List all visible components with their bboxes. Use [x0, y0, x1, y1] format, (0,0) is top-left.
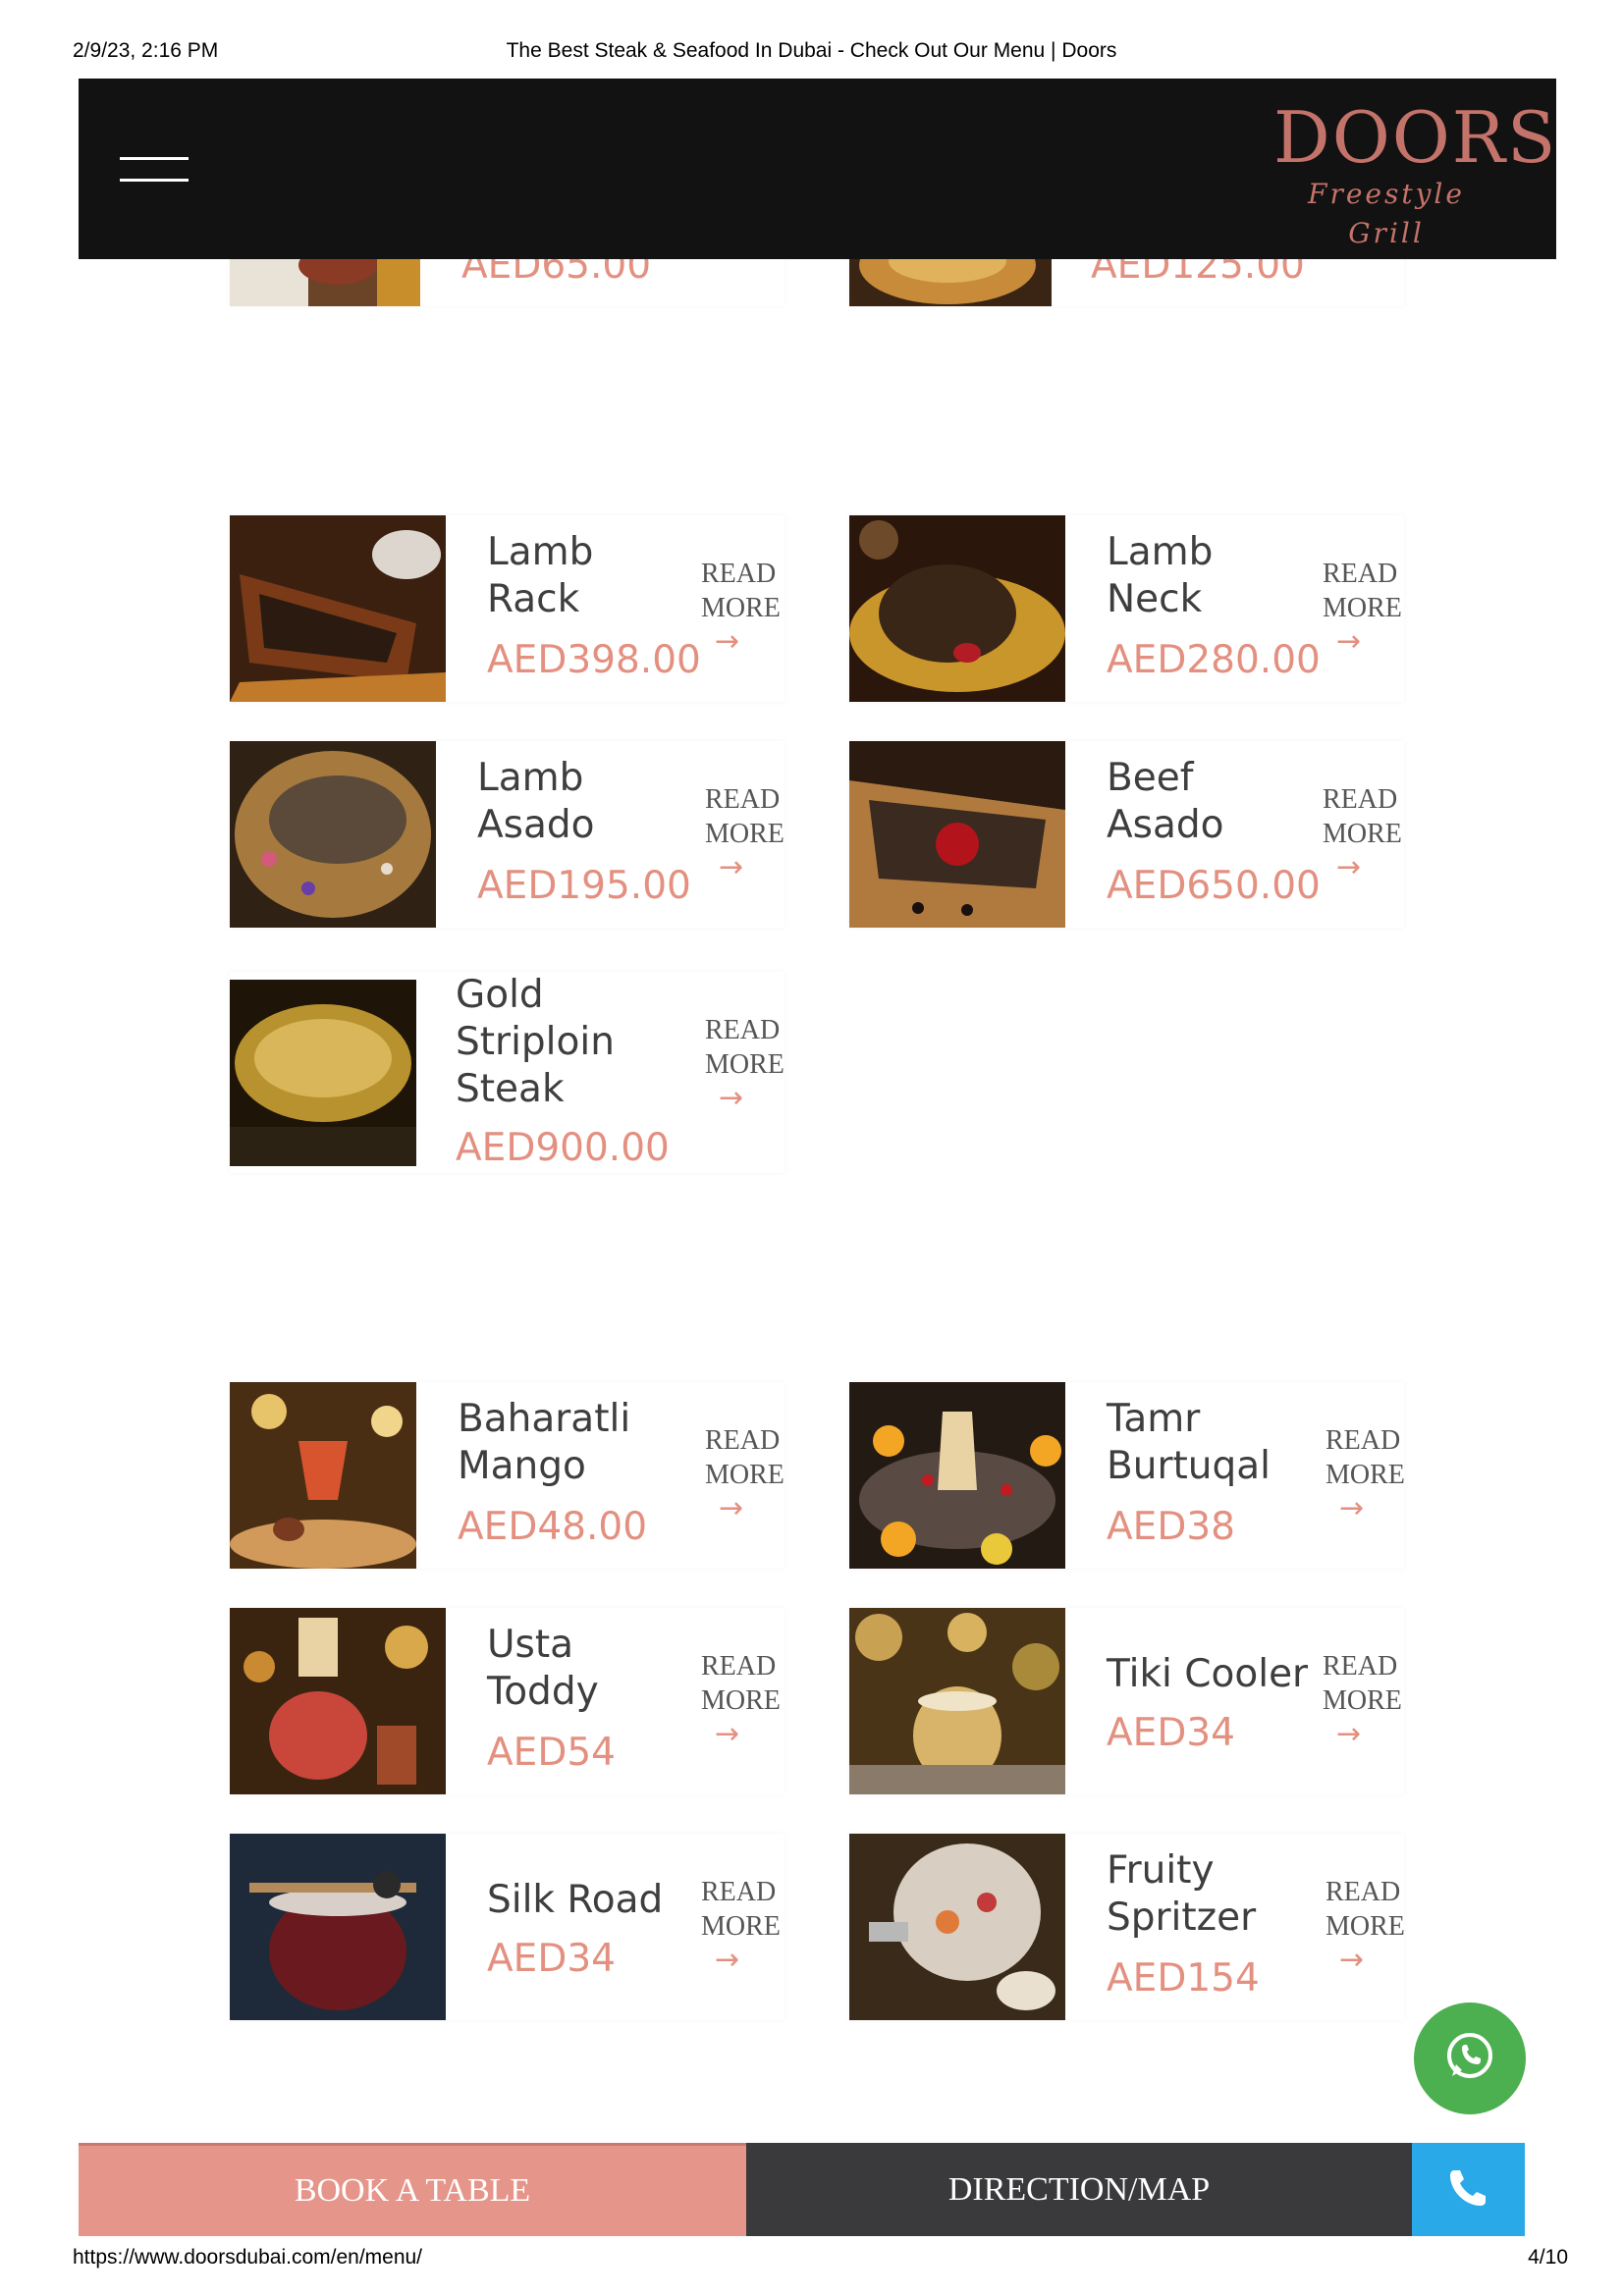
read-more-label: READ MORE: [1323, 559, 1402, 623]
item-name: Tamr Burtuqal: [1107, 1397, 1271, 1488]
call-button[interactable]: [1412, 2143, 1525, 2236]
read-more-link[interactable]: READ MORE →: [1325, 1423, 1414, 1525]
whatsapp-button[interactable]: [1414, 2002, 1526, 2114]
read-more-label: READ MORE: [701, 1877, 781, 1942]
food-image: [230, 741, 436, 928]
menu-card-lamb-rack[interactable]: Lamb Rack AED398.00 READ MORE →: [230, 515, 784, 702]
print-title: The Best Steak & Seafood In Dubai - Chec…: [506, 39, 1117, 62]
read-more-link[interactable]: READ MORE →: [1323, 782, 1411, 884]
food-image: [230, 980, 416, 1166]
print-header: 2/9/23, 2:16 PM The Best Steak & Seafood…: [0, 39, 1623, 69]
menu-card-lamb-neck[interactable]: Lamb Neck AED280.00 READ MORE →: [849, 515, 1404, 702]
arrow-right-icon: →: [1339, 1491, 1365, 1525]
food-image: [849, 741, 1065, 928]
food-image: [849, 515, 1065, 702]
read-more-link[interactable]: READ MORE →: [705, 782, 793, 884]
item-price: AED900.00: [456, 1126, 670, 1170]
arrow-right-icon: →: [719, 1081, 744, 1115]
item-name: Usta Toddy: [487, 1623, 599, 1714]
menu-card-tamr-burtuqal[interactable]: Tamr Burtuqal AED38 READ MORE →: [849, 1382, 1405, 1569]
read-more-label: READ MORE: [705, 784, 784, 849]
read-more-label: READ MORE: [1325, 1425, 1405, 1490]
item-price: AED280.00: [1107, 638, 1321, 682]
item-price: AED195.00: [477, 864, 691, 908]
arrow-right-icon: →: [1336, 624, 1362, 659]
menu-card-silk-road[interactable]: Silk Road AED34 READ MORE →: [230, 1834, 784, 2020]
read-more-link[interactable]: READ MORE →: [701, 557, 789, 659]
item-name: Lamb Rack: [487, 530, 594, 621]
hamburger-menu-icon[interactable]: [120, 157, 189, 183]
bottom-action-bar: BOOK A TABLE DIRECTION/MAP: [79, 2143, 1525, 2236]
arrow-right-icon: →: [715, 1943, 740, 1977]
item-name: Tiki Cooler: [1107, 1652, 1309, 1696]
drink-image: [230, 1608, 446, 1794]
logo[interactable]: DOORS Freestyle Grill: [1273, 96, 1558, 253]
whatsapp-icon: [1440, 2027, 1499, 2091]
item-price: AED398.00: [487, 638, 701, 682]
read-more-label: READ MORE: [705, 1425, 784, 1490]
read-more-link[interactable]: READ MORE →: [1325, 1875, 1414, 1977]
phone-icon: [1446, 2164, 1491, 2215]
read-more-link[interactable]: READ MORE →: [705, 1013, 793, 1115]
drink-image: [230, 1382, 416, 1569]
read-more-label: READ MORE: [1323, 784, 1402, 849]
drink-image: [849, 1834, 1065, 2020]
read-more-link[interactable]: READ MORE →: [701, 1649, 789, 1751]
read-more-label: READ MORE: [705, 1015, 784, 1080]
item-name: Baharatli Mango: [458, 1397, 631, 1488]
menu-card-fruity-spritzer[interactable]: Fruity Spritzer AED154 READ MORE →: [849, 1834, 1405, 2020]
drink-image: [849, 1608, 1065, 1794]
arrow-right-icon: →: [1336, 1717, 1362, 1751]
arrow-right-icon: →: [715, 1717, 740, 1751]
menu-card-usta-toddy[interactable]: Usta Toddy AED54 READ MORE →: [230, 1608, 784, 1794]
page-number: 4/10: [1528, 2246, 1568, 2269]
menu-card-lamb-asado[interactable]: Lamb Asado AED195.00 READ MORE →: [230, 741, 784, 928]
arrow-right-icon: →: [719, 1491, 744, 1525]
read-more-link[interactable]: READ MORE →: [1323, 1649, 1411, 1751]
logo-wordmark: DOORS: [1273, 96, 1558, 179]
item-name: Gold Striploin Steak: [456, 973, 615, 1111]
item-name: Lamb Neck: [1107, 530, 1214, 621]
site-header: DOORS Freestyle Grill: [79, 79, 1556, 259]
menu-card-baharatli-mango[interactable]: Baharatli Mango AED48.00 READ MORE →: [230, 1382, 784, 1569]
read-more-link[interactable]: READ MORE →: [1323, 557, 1411, 659]
item-price: AED48.00: [458, 1505, 648, 1549]
arrow-right-icon: →: [1339, 1943, 1365, 1977]
read-more-label: READ MORE: [701, 559, 781, 623]
item-price: AED34: [1107, 1711, 1235, 1755]
read-more-label: READ MORE: [701, 1651, 781, 1716]
menu-card-gold-striploin-steak[interactable]: Gold Striploin Steak AED900.00 READ MORE…: [230, 972, 784, 1173]
read-more-label: READ MORE: [1323, 1651, 1402, 1716]
arrow-right-icon: →: [719, 850, 744, 884]
menu-card-beef-asado[interactable]: Beef Asado AED650.00 READ MORE →: [849, 741, 1404, 928]
item-price: AED54: [487, 1731, 616, 1775]
item-price: AED34: [487, 1937, 616, 1981]
read-more-link[interactable]: READ MORE →: [701, 1875, 789, 1977]
read-more-link[interactable]: READ MORE →: [705, 1423, 793, 1525]
item-name: Fruity Spritzer: [1107, 1848, 1257, 1940]
drink-image: [849, 1382, 1065, 1569]
print-url: https://www.doorsdubai.com/en/menu/: [73, 2246, 423, 2269]
food-image: [230, 515, 446, 702]
item-price: AED38: [1107, 1505, 1235, 1549]
arrow-right-icon: →: [1336, 850, 1362, 884]
item-name: Silk Road: [487, 1878, 664, 1922]
menu-card-tiki-cooler[interactable]: Tiki Cooler AED34 READ MORE →: [849, 1608, 1404, 1794]
direction-map-button[interactable]: DIRECTION/MAP: [746, 2143, 1412, 2236]
item-name: Lamb Asado: [477, 756, 595, 847]
item-price: AED650.00: [1107, 864, 1321, 908]
logo-tagline: Freestyle Grill: [1308, 178, 1465, 249]
item-name: Beef Asado: [1107, 756, 1224, 847]
item-price: AED154: [1107, 1956, 1260, 2001]
read-more-label: READ MORE: [1325, 1877, 1405, 1942]
drink-image: [230, 1834, 446, 2020]
arrow-right-icon: →: [715, 624, 740, 659]
print-footer: https://www.doorsdubai.com/en/menu/ 4/10: [0, 2246, 1623, 2275]
book-a-table-button[interactable]: BOOK A TABLE: [79, 2143, 746, 2236]
